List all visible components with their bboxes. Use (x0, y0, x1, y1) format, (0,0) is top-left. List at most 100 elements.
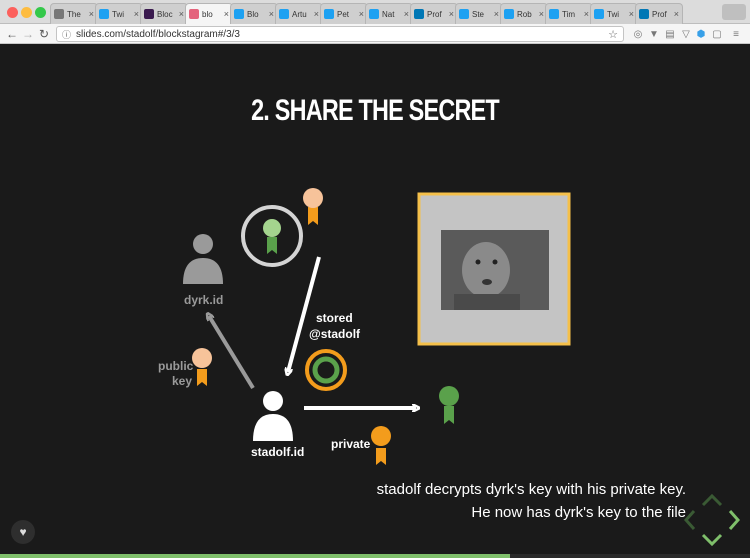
dyrk-label: dyrk.id (184, 293, 224, 307)
extension-icon-2[interactable]: ▼ (648, 28, 660, 40)
nav-right-icon[interactable] (728, 510, 741, 530)
heart-icon: ♥ (19, 525, 27, 539)
minimize-window-button[interactable] (21, 7, 32, 18)
back-button[interactable]: ← (4, 26, 20, 42)
public-key-badge-icon (192, 348, 212, 386)
linkedin-icon (414, 9, 424, 19)
close-window-button[interactable] (7, 7, 18, 18)
slide-nav-controls (683, 493, 741, 547)
twitter-icon (279, 9, 289, 19)
browser-tab[interactable]: blo × (185, 3, 233, 24)
dyrk-person-icon (183, 234, 223, 284)
extension-icon-5[interactable]: ⬢ (695, 28, 707, 40)
tab-close-icon[interactable]: × (359, 9, 364, 19)
tab-close-icon[interactable]: × (269, 9, 274, 19)
tab-title: Ste (472, 9, 485, 19)
tab-title: Artu (292, 9, 307, 19)
tab-strip: The × Twi × Bloc × blo × Blo × Artu × Pet × Nat × Prof × S… (50, 3, 683, 24)
tab-title: Bloc (157, 9, 173, 19)
info-icon[interactable]: ⓘ (62, 28, 71, 41)
browser-tab[interactable]: Rob × (500, 3, 548, 24)
progress-fill (0, 554, 510, 558)
stored-label-line1: stored (316, 311, 353, 325)
blockstack-icon (144, 9, 154, 19)
twitter-icon (234, 9, 244, 19)
browser-tab[interactable]: Prof × (410, 3, 458, 24)
linkedin-icon (639, 9, 649, 19)
stadolf-label: stadolf.id (251, 445, 305, 459)
caption-line1: stadolf decrypts dyrk's key with his pri… (376, 481, 686, 498)
twitter-icon (369, 9, 379, 19)
browser-tab[interactable]: The × (50, 3, 98, 24)
browser-tab[interactable]: Twi × (590, 3, 638, 24)
tab-close-icon[interactable]: × (314, 9, 319, 19)
private-label: private (331, 437, 371, 451)
peach-badge-icon-top (303, 188, 323, 225)
tab-close-icon[interactable]: × (179, 9, 184, 19)
address-bar[interactable]: ⓘ slides.com/stadolf/blockstagram#/3/3 ☆ (56, 26, 624, 42)
extension-icon-4[interactable]: ▽ (680, 28, 692, 40)
private-key-badge-icon (371, 426, 391, 465)
tab-title: Prof (652, 9, 667, 19)
bookmark-icon (54, 9, 64, 19)
twitter-icon (504, 9, 514, 19)
browser-toolbar: ← → ↻ ⓘ slides.com/stadolf/blockstagram#… (0, 24, 750, 44)
stored-ring-icon (305, 349, 347, 391)
twitter-icon (459, 9, 469, 19)
browser-tab[interactable]: Bloc × (140, 3, 188, 24)
tab-title: Tim (562, 9, 576, 19)
reload-button[interactable]: ↻ (36, 26, 52, 42)
tab-close-icon[interactable]: × (449, 9, 454, 19)
nav-up-icon[interactable] (701, 493, 723, 507)
browser-tab[interactable]: Pet × (320, 3, 368, 24)
browser-tab[interactable]: Blo × (230, 3, 278, 24)
zoom-window-button[interactable] (35, 7, 46, 18)
tab-title: Blo (247, 9, 259, 19)
nav-left-icon[interactable] (683, 510, 696, 530)
tab-close-icon[interactable]: × (89, 9, 94, 19)
tab-close-icon[interactable]: × (584, 9, 589, 19)
tab-title: Twi (607, 9, 619, 19)
slides-icon (189, 9, 199, 19)
public-key-label-line1: public (158, 359, 194, 373)
green-badge-icon (263, 219, 281, 254)
url-text: slides.com/stadolf/blockstagram#/3/3 (76, 28, 240, 40)
extension-icon-3[interactable]: ▤ (664, 28, 676, 40)
tab-close-icon[interactable]: × (134, 9, 139, 19)
extension-icon-1[interactable]: ◎ (632, 28, 644, 40)
browser-tab[interactable]: Tim × (545, 3, 593, 24)
tab-close-icon[interactable]: × (674, 9, 679, 19)
progress-bar (0, 554, 750, 558)
menu-icon[interactable]: ≡ (730, 28, 742, 40)
tab-close-icon[interactable]: × (539, 9, 544, 19)
decrypted-key-badge-icon (439, 386, 459, 424)
nav-down-icon[interactable] (701, 533, 723, 547)
forward-button[interactable]: → (20, 26, 36, 42)
tab-title: Rob (517, 9, 532, 19)
twitter-icon (549, 9, 559, 19)
tab-close-icon[interactable]: × (494, 9, 499, 19)
like-button[interactable]: ♥ (11, 520, 35, 544)
tab-title: The (67, 9, 81, 19)
public-key-arrow (209, 316, 255, 390)
tab-close-icon[interactable]: × (629, 9, 634, 19)
browser-tab[interactable]: Nat × (365, 3, 413, 24)
twitter-icon (594, 9, 604, 19)
extension-icon-6[interactable]: ▢ (711, 28, 723, 40)
tab-close-icon[interactable]: × (404, 9, 409, 19)
tab-title: Nat (382, 9, 395, 19)
browser-tab[interactable]: Artu × (275, 3, 323, 24)
twitter-icon (99, 9, 109, 19)
tab-title: Pet (337, 9, 350, 19)
tab-close-icon[interactable]: × (224, 9, 229, 19)
browser-tab[interactable]: Prof × (635, 3, 683, 24)
slide: 2. SHARE THE SECRET dyrk.id stored @stad… (0, 44, 750, 558)
bookmark-star-icon[interactable]: ☆ (608, 28, 618, 41)
stadolf-person-icon (253, 391, 293, 441)
photo-frame (417, 192, 571, 346)
tab-title: Prof (427, 9, 442, 19)
browser-tab[interactable]: Ste × (455, 3, 503, 24)
profile-button[interactable] (722, 4, 746, 20)
browser-tab[interactable]: Twi × (95, 3, 143, 24)
tab-title: blo (202, 9, 213, 19)
